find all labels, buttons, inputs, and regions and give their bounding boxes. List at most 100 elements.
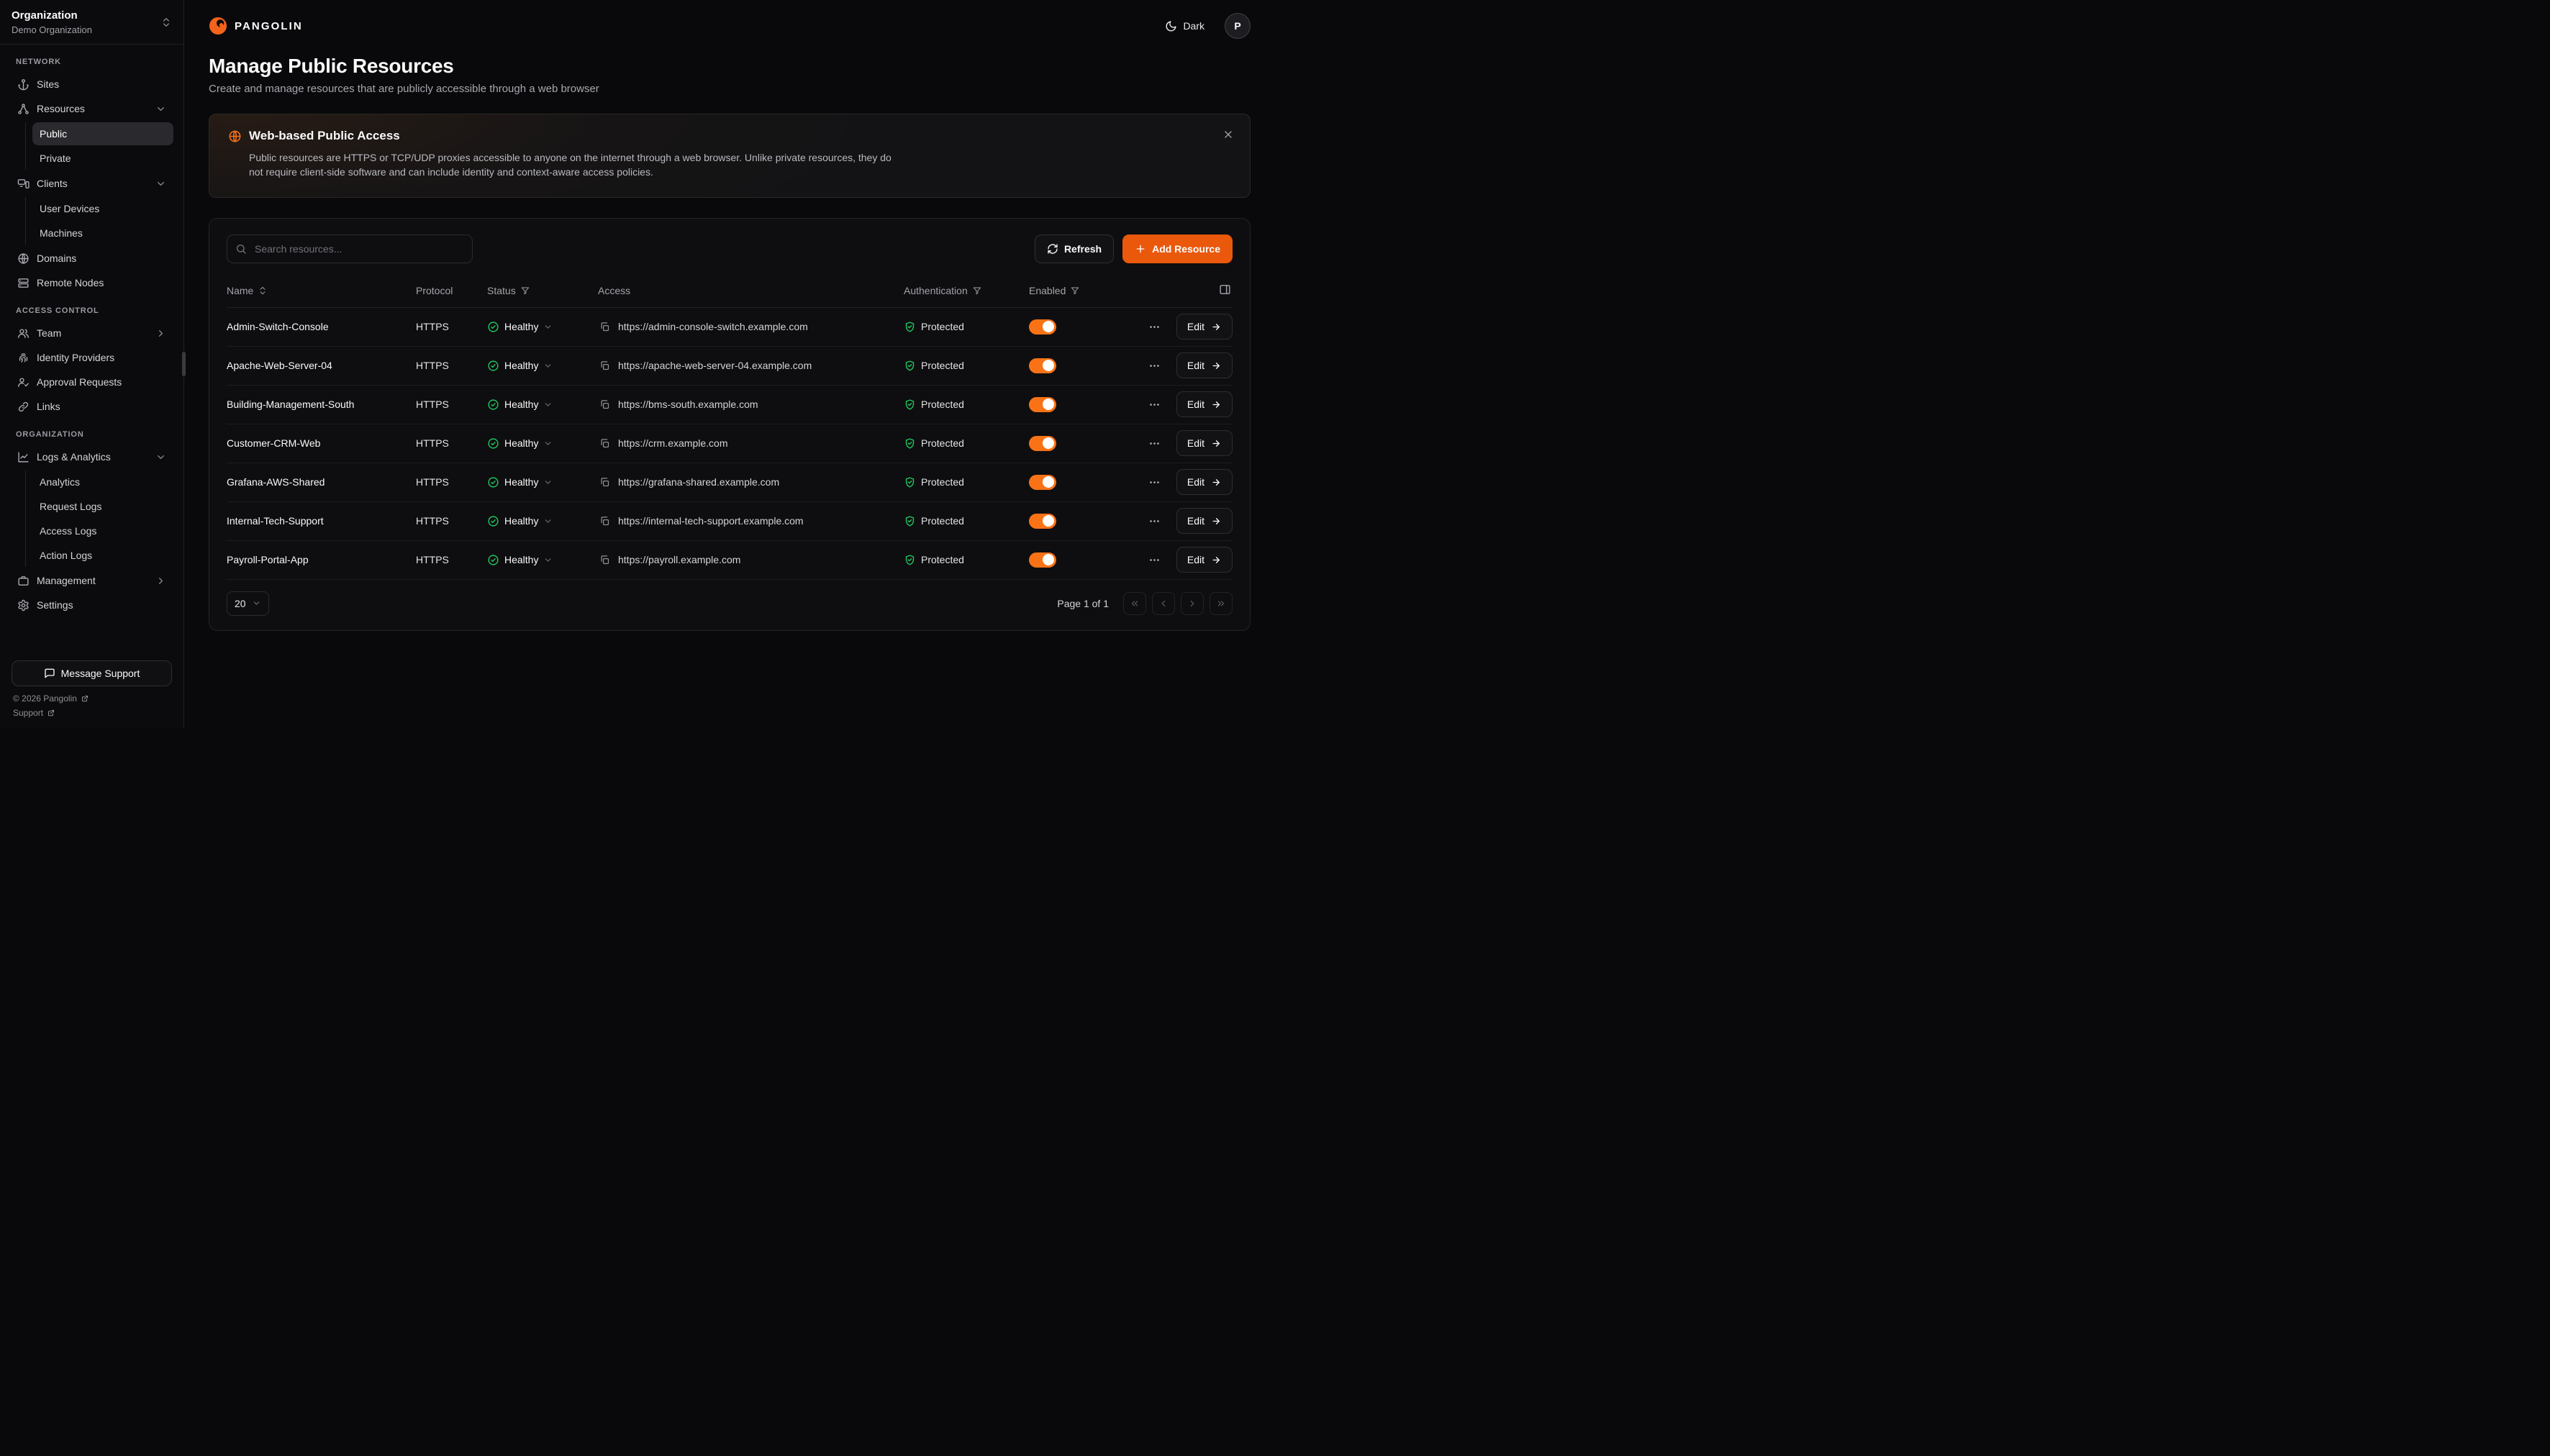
status-select[interactable]: Healthy	[487, 360, 553, 372]
sidebar-item-management[interactable]: Management	[10, 568, 173, 593]
refresh-button[interactable]: Refresh	[1035, 235, 1114, 263]
sidebar-item-identity-providers[interactable]: Identity Providers	[10, 345, 173, 370]
row-menu-button[interactable]	[1145, 318, 1163, 336]
status-select[interactable]: Healthy	[487, 321, 553, 333]
enabled-toggle[interactable]	[1029, 514, 1056, 529]
message-support-button[interactable]: Message Support	[12, 660, 172, 686]
last-page-button[interactable]	[1210, 592, 1233, 615]
first-page-button[interactable]	[1123, 592, 1146, 615]
page-size-select[interactable]: 20	[227, 591, 269, 616]
next-page-button[interactable]	[1181, 592, 1204, 615]
sidebar-item-clients[interactable]: Clients	[10, 171, 173, 196]
logs-subnav: Analytics Request Logs Access Logs Actio…	[25, 470, 173, 567]
edit-button[interactable]: Edit	[1176, 391, 1233, 417]
filter-enabled-button[interactable]: Enabled	[1029, 285, 1080, 296]
user-avatar[interactable]: P	[1225, 13, 1251, 39]
clients-subnav: User Devices Machines	[25, 197, 173, 245]
filter-status-button[interactable]: Status	[487, 285, 530, 296]
sidebar-item-machines[interactable]: Machines	[32, 222, 173, 245]
enabled-toggle[interactable]	[1029, 552, 1056, 568]
resource-url[interactable]: https://grafana-shared.example.com	[618, 476, 779, 488]
resource-url[interactable]: https://apache-web-server-04.example.com	[618, 360, 812, 371]
row-menu-button[interactable]	[1145, 434, 1163, 452]
status-select[interactable]: Healthy	[487, 476, 553, 488]
page-subtitle: Create and manage resources that are pub…	[209, 83, 1251, 95]
copyright-link[interactable]: © 2026 Pangolin	[13, 693, 171, 704]
copy-url-button[interactable]	[598, 476, 612, 489]
sidebar-item-request-logs[interactable]: Request Logs	[32, 495, 173, 518]
section-label-network: NETWORK	[16, 58, 168, 66]
sidebar-item-sites[interactable]: Sites	[10, 72, 173, 96]
sidebar-item-domains[interactable]: Domains	[10, 246, 173, 270]
chevron-down-icon	[155, 178, 166, 189]
sidebar-item-user-devices[interactable]: User Devices	[32, 197, 173, 220]
enabled-toggle[interactable]	[1029, 436, 1056, 451]
authentication-label: Protected	[921, 554, 964, 565]
status-select[interactable]: Healthy	[487, 515, 553, 527]
sidebar-item-public[interactable]: Public	[32, 122, 173, 145]
status-select[interactable]: Healthy	[487, 554, 553, 566]
copy-url-button[interactable]	[598, 320, 612, 334]
arrow-right-icon	[1211, 322, 1222, 332]
support-link[interactable]: Support	[13, 708, 171, 718]
banner-close-button[interactable]	[1220, 126, 1237, 145]
sidebar-item-approval-requests[interactable]: Approval Requests	[10, 370, 173, 394]
server-icon	[17, 277, 30, 289]
status-select[interactable]: Healthy	[487, 399, 553, 411]
resource-url[interactable]: https://internal-tech-support.example.co…	[618, 515, 804, 527]
previous-page-button[interactable]	[1152, 592, 1175, 615]
column-visibility-button[interactable]	[1217, 282, 1233, 299]
search-icon	[235, 243, 247, 255]
authentication-label: Protected	[921, 476, 964, 488]
edit-button[interactable]: Edit	[1176, 430, 1233, 456]
theme-toggle-button[interactable]: Dark	[1158, 14, 1212, 38]
resource-url[interactable]: https://bms-south.example.com	[618, 399, 758, 410]
org-switcher[interactable]: Organization Demo Organization	[0, 0, 183, 45]
copy-url-button[interactable]	[598, 514, 612, 528]
enabled-toggle[interactable]	[1029, 397, 1056, 412]
chevron-down-icon	[543, 322, 553, 332]
authentication-badge: Protected	[904, 321, 964, 333]
enabled-toggle[interactable]	[1029, 475, 1056, 490]
resource-protocol: HTTPS	[416, 437, 487, 449]
edit-button[interactable]: Edit	[1176, 352, 1233, 378]
copy-url-button[interactable]	[598, 359, 612, 373]
copy-url-button[interactable]	[598, 437, 612, 450]
edit-button[interactable]: Edit	[1176, 547, 1233, 573]
avatar-initial: P	[1234, 20, 1240, 32]
sidebar-item-remote-nodes[interactable]: Remote Nodes	[10, 270, 173, 295]
sidebar-item-logs-analytics[interactable]: Logs & Analytics	[10, 445, 173, 469]
sidebar-item-analytics[interactable]: Analytics	[32, 470, 173, 493]
status-select[interactable]: Healthy	[487, 437, 553, 450]
sidebar-item-links[interactable]: Links	[10, 394, 173, 419]
edit-label: Edit	[1187, 437, 1204, 449]
sidebar-item-settings[interactable]: Settings	[10, 593, 173, 617]
shield-check-icon	[904, 321, 916, 333]
authentication-badge: Protected	[904, 554, 964, 566]
resource-url[interactable]: https://admin-console-switch.example.com	[618, 321, 808, 332]
add-resource-button[interactable]: Add Resource	[1122, 235, 1233, 263]
edit-button[interactable]: Edit	[1176, 508, 1233, 534]
filter-authentication-button[interactable]: Authentication	[904, 285, 982, 296]
copy-url-button[interactable]	[598, 398, 612, 411]
sidebar-item-team[interactable]: Team	[10, 321, 173, 345]
edit-button[interactable]: Edit	[1176, 314, 1233, 340]
enabled-toggle[interactable]	[1029, 319, 1056, 335]
row-menu-button[interactable]	[1145, 357, 1163, 375]
sidebar-item-resources[interactable]: Resources	[10, 96, 173, 121]
edit-button[interactable]: Edit	[1176, 469, 1233, 495]
search-input[interactable]	[227, 235, 473, 263]
resource-url[interactable]: https://crm.example.com	[618, 437, 728, 449]
enabled-toggle[interactable]	[1029, 358, 1056, 373]
row-menu-button[interactable]	[1145, 473, 1163, 491]
resource-url[interactable]: https://payroll.example.com	[618, 554, 740, 565]
sidebar-resize-handle[interactable]	[182, 352, 186, 376]
row-menu-button[interactable]	[1145, 396, 1163, 414]
sidebar-item-action-logs[interactable]: Action Logs	[32, 544, 173, 567]
row-menu-button[interactable]	[1145, 551, 1163, 569]
copy-url-button[interactable]	[598, 553, 612, 567]
sidebar-item-private[interactable]: Private	[32, 147, 173, 170]
sidebar-item-access-logs[interactable]: Access Logs	[32, 519, 173, 542]
row-menu-button[interactable]	[1145, 512, 1163, 530]
sort-by-name-button[interactable]: Name	[227, 285, 268, 296]
